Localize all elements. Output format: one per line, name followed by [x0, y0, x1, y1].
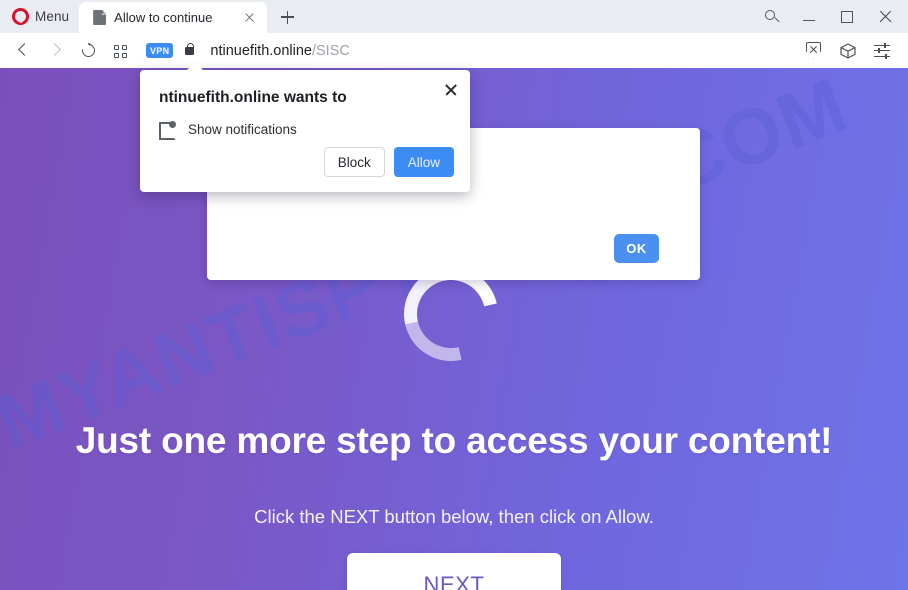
toolbar-actions [798, 36, 900, 66]
permission-row: Show notifications [159, 121, 297, 140]
opera-logo-icon [12, 8, 29, 25]
window-close-button[interactable] [866, 0, 904, 33]
easy-setup-button[interactable] [866, 36, 896, 66]
forward-button[interactable] [40, 35, 72, 67]
address-bar: VPN ntinuefith.online/SISC [0, 33, 908, 68]
tab-close-icon[interactable] [241, 9, 258, 26]
next-button[interactable]: NEXT [347, 553, 561, 590]
permission-title: ntinuefith.online wants to [159, 89, 347, 106]
menu-label: Menu [35, 9, 70, 24]
notification-permission-popup: ntinuefith.online wants to Show notifica… [140, 62, 470, 192]
notifications-icon [159, 121, 176, 140]
site-dialog-ok-button[interactable]: OK [614, 234, 659, 263]
page-document-icon [93, 10, 107, 25]
window-search-button[interactable] [752, 0, 790, 33]
lock-icon[interactable] [183, 43, 195, 58]
browser-window: Menu Allow to continue VPN ntinuefith.on… [0, 0, 908, 590]
adblock-button[interactable] [798, 36, 828, 66]
opera-menu-button[interactable]: Menu [0, 3, 79, 30]
page-subtitle: Click the NEXT button below, then click … [254, 506, 654, 527]
tab-title: Allow to continue [114, 10, 213, 25]
url-text[interactable]: ntinuefith.online/SISC [210, 43, 349, 59]
cube-icon [840, 42, 856, 59]
window-maximize-button[interactable] [828, 0, 866, 33]
url-host: ntinuefith.online [210, 42, 312, 59]
window-controls [752, 0, 908, 33]
reload-button[interactable] [72, 35, 104, 67]
permission-close-icon[interactable] [441, 79, 461, 99]
tab-strip: Menu Allow to continue [0, 0, 908, 33]
extensions-button[interactable] [832, 36, 862, 66]
site-dialog-text: ≡≡ [445, 178, 645, 197]
block-button[interactable]: Block [323, 147, 385, 177]
page-title: Just one more step to access your conten… [75, 420, 833, 461]
allow-button[interactable]: Allow [393, 147, 454, 177]
new-tab-button[interactable] [273, 3, 301, 31]
permission-actions: Block Allow [323, 147, 454, 177]
window-minimize-button[interactable] [790, 0, 828, 33]
url-path: /SISC [311, 42, 350, 59]
back-button[interactable] [8, 35, 40, 67]
sliders-icon [874, 42, 890, 59]
grid-tiles-icon [114, 44, 127, 58]
permission-label: Show notifications [188, 122, 297, 137]
speed-dial-button[interactable] [104, 35, 136, 67]
tab-allow-to-continue[interactable]: Allow to continue [79, 2, 268, 33]
vpn-badge[interactable]: VPN [146, 43, 174, 58]
